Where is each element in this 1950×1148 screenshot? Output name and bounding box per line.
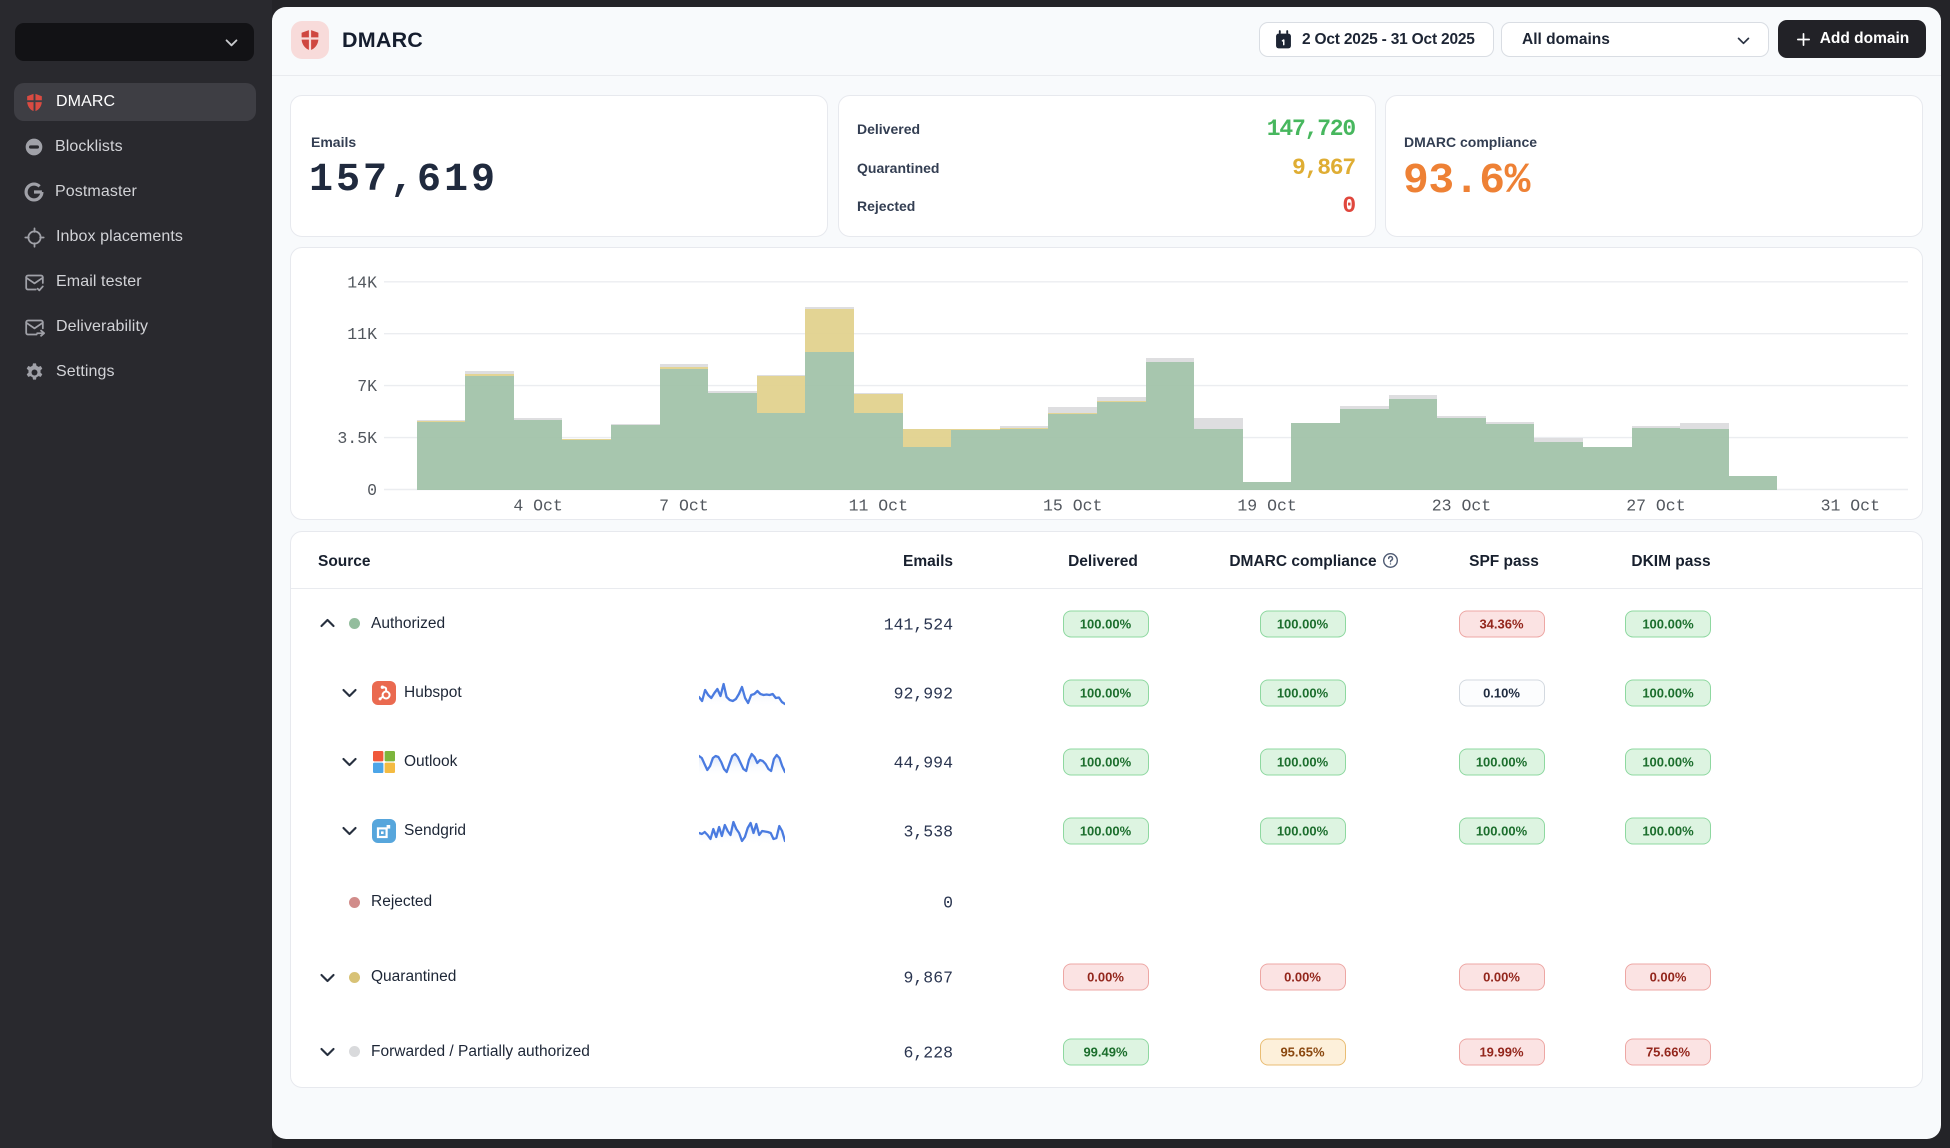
svg-text:0: 0 (367, 481, 377, 500)
svg-text:19 Oct: 19 Oct (1237, 497, 1296, 516)
svg-text:7 Oct: 7 Oct (659, 497, 709, 516)
svg-text:3.5K: 3.5K (337, 429, 377, 448)
svg-text:15 Oct: 15 Oct (1043, 497, 1102, 516)
svg-text:14K: 14K (347, 273, 377, 292)
svg-text:31 Oct: 31 Oct (1821, 497, 1880, 516)
svg-text:11 Oct: 11 Oct (849, 497, 908, 516)
svg-text:4 Oct: 4 Oct (513, 497, 563, 516)
svg-text:23 Oct: 23 Oct (1432, 497, 1491, 516)
svg-text:11K: 11K (347, 325, 377, 344)
svg-text:27 Oct: 27 Oct (1626, 497, 1685, 516)
svg-text:7K: 7K (357, 377, 377, 396)
